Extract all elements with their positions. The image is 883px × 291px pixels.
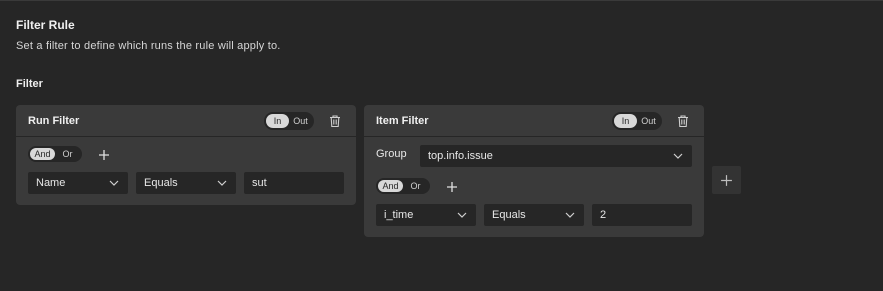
run-filter-operator-select[interactable]: Equals bbox=[136, 172, 236, 194]
toggle-in-option[interactable]: In bbox=[266, 114, 289, 128]
select-value: top.info.issue bbox=[428, 150, 493, 162]
toggle-out-option[interactable]: Out bbox=[637, 114, 660, 128]
select-value: Name bbox=[36, 177, 66, 189]
run-filter-value-input[interactable]: sut bbox=[244, 172, 344, 194]
page-description: Set a filter to define which runs the ru… bbox=[16, 40, 281, 52]
chevron-down-icon bbox=[565, 212, 575, 218]
toggle-out-option[interactable]: Out bbox=[289, 114, 312, 128]
chevron-down-icon bbox=[217, 180, 227, 186]
logic-or-option[interactable]: Or bbox=[55, 148, 80, 160]
page-title: Filter Rule bbox=[16, 18, 75, 32]
item-filter-title: Item Filter bbox=[376, 115, 429, 127]
item-filter-operator-select[interactable]: Equals bbox=[484, 204, 584, 226]
trash-icon[interactable] bbox=[328, 114, 342, 128]
chevron-down-icon bbox=[673, 153, 683, 159]
plus-icon[interactable] bbox=[446, 181, 458, 193]
chevron-down-icon bbox=[109, 180, 119, 186]
plus-icon bbox=[721, 175, 732, 186]
input-value: 2 bbox=[600, 209, 607, 221]
chevron-down-icon bbox=[457, 212, 467, 218]
item-filter-field-select[interactable]: i_time bbox=[376, 204, 476, 226]
group-label: Group bbox=[376, 148, 407, 160]
run-filter-field-select[interactable]: Name bbox=[28, 172, 128, 194]
run-filter-header: Run Filter In Out bbox=[16, 105, 356, 137]
run-filter-title: Run Filter bbox=[28, 115, 80, 127]
item-filter-header: Item Filter In Out bbox=[364, 105, 704, 137]
add-filter-button[interactable] bbox=[712, 166, 741, 194]
run-filter-in-out-toggle[interactable]: In Out bbox=[264, 112, 314, 130]
section-label: Filter bbox=[16, 78, 43, 90]
trash-icon[interactable] bbox=[676, 114, 690, 128]
run-filter-card: Run Filter In Out And Or Name Equals sut bbox=[16, 105, 356, 205]
item-filter-group-select[interactable]: top.info.issue bbox=[420, 145, 692, 167]
logic-and-option[interactable]: And bbox=[378, 180, 403, 192]
logic-and-option[interactable]: And bbox=[30, 148, 55, 160]
select-value: Equals bbox=[492, 209, 526, 221]
input-value: sut bbox=[252, 177, 267, 189]
top-divider bbox=[0, 0, 883, 1]
item-filter-card: Item Filter In Out Group top.info.issue … bbox=[364, 105, 704, 237]
item-filter-value-input[interactable]: 2 bbox=[592, 204, 692, 226]
select-value: i_time bbox=[384, 209, 414, 221]
toggle-in-option[interactable]: In bbox=[614, 114, 637, 128]
select-value: Equals bbox=[144, 177, 178, 189]
item-filter-in-out-toggle[interactable]: In Out bbox=[612, 112, 662, 130]
logic-or-option[interactable]: Or bbox=[403, 180, 428, 192]
plus-icon[interactable] bbox=[98, 149, 110, 161]
item-filter-and-or-toggle[interactable]: And Or bbox=[376, 178, 430, 194]
run-filter-and-or-toggle[interactable]: And Or bbox=[28, 146, 82, 162]
